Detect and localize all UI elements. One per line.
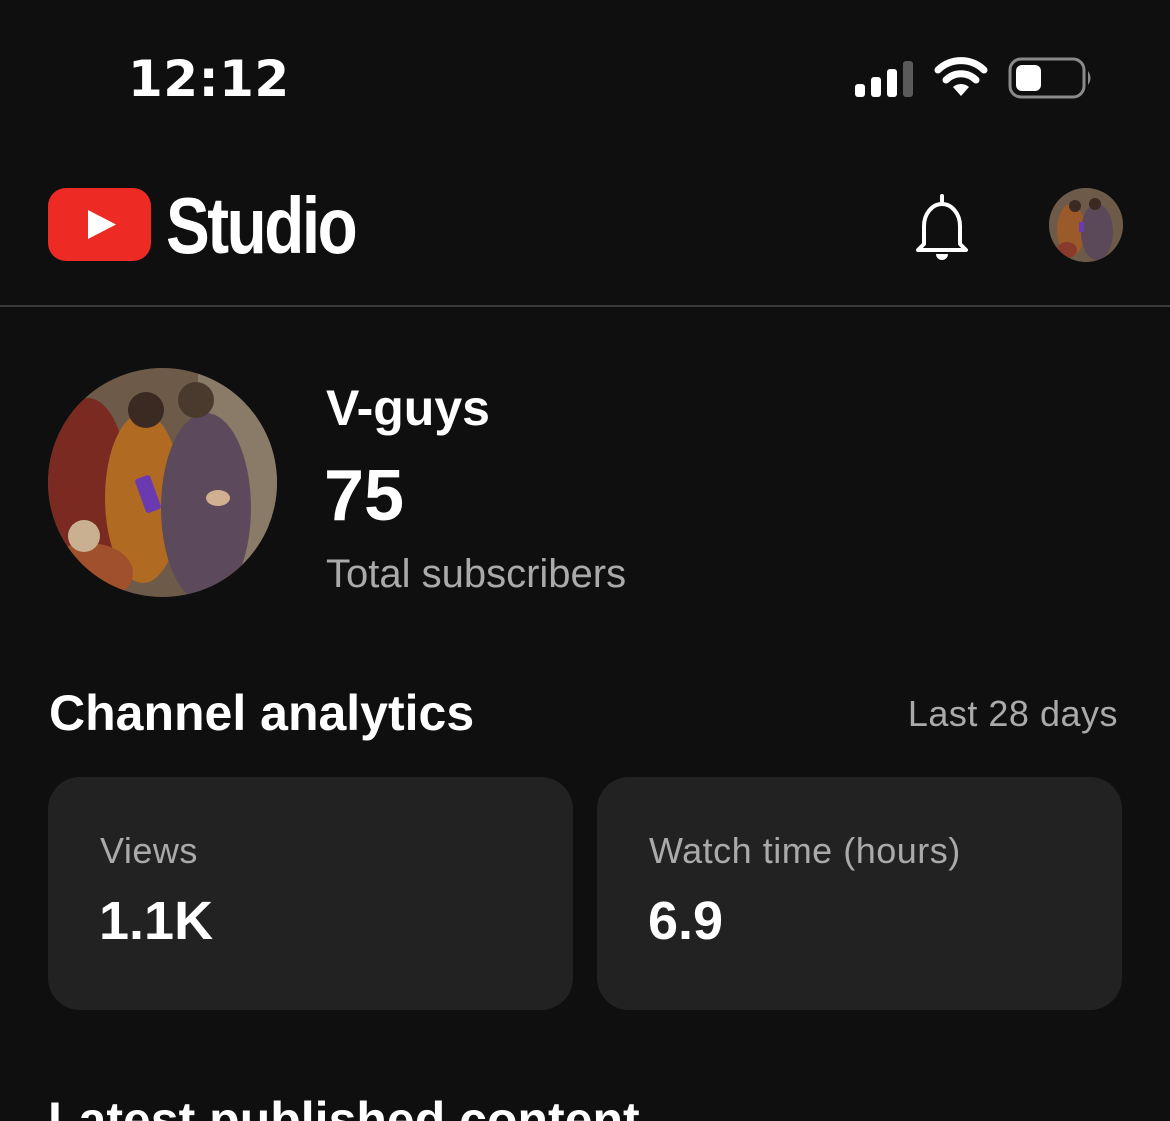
signal-icon [855, 61, 913, 97]
channel-avatar-image [48, 368, 277, 597]
channel-avatar [48, 368, 277, 597]
avatar[interactable] [1049, 188, 1123, 262]
views-value: 1.1K [99, 891, 214, 951]
app-header: Studio [0, 150, 1170, 307]
wifi-icon [934, 57, 988, 96]
analytics-title: Channel analytics [49, 685, 475, 741]
avatar-image [1049, 188, 1123, 262]
logo-text: Studio [166, 181, 358, 270]
analytics-period: Last 28 days [907, 693, 1118, 734]
watch-time-value: 6.9 [648, 891, 724, 951]
views-label: Views [100, 830, 198, 871]
subscriber-count: 75 [324, 456, 405, 536]
watch-time-label: Watch time (hours) [649, 830, 961, 871]
channel-name: V-guys [326, 380, 490, 436]
studio-dashboard: 12:12 Studio V-guys 75 Total subscribers… [0, 0, 1170, 1121]
battery-icon [1008, 57, 1091, 99]
studio-logo[interactable]: Studio [48, 186, 358, 268]
views-card[interactable]: Views 1.1K [48, 777, 573, 1010]
status-bar: 12:12 [0, 0, 1170, 150]
status-clock: 12:12 [128, 50, 290, 108]
youtube-logo-icon [48, 188, 151, 261]
latest-content-title: Latest published content [48, 1092, 640, 1121]
watch-time-card[interactable]: Watch time (hours) 6.9 [597, 777, 1122, 1010]
bell-icon[interactable] [906, 192, 978, 264]
subscriber-label: Total subscribers [326, 552, 627, 596]
